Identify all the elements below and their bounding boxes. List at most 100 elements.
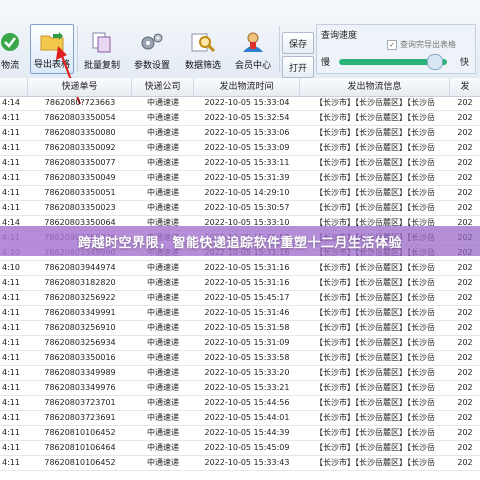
table-cell-tracking: 78620803349989 — [44, 368, 116, 377]
table-cell-c5: 202 — [457, 143, 473, 152]
table-cell-c0: 4:11 — [2, 428, 20, 437]
results-table: 快递单号 快递公司 发出物流时间 发出物流信息 发 4:14 7862080?72… — [0, 78, 480, 480]
column-header[interactable] — [0, 78, 28, 96]
table-cell-time: 2022-10-05 15:33:06 — [204, 128, 290, 137]
table-cell-time: 2022-10-05 15:32:54 — [204, 113, 290, 122]
table-cell-c0: 4:11 — [2, 293, 20, 302]
batch-copy-button[interactable]: 批量复制 — [80, 24, 124, 74]
table-cell-tracking: 7862080?723663 — [44, 98, 116, 107]
table-row[interactable]: 4:11 78620803350092 中通速递 2022-10-05 15:33:0… — [0, 141, 480, 156]
table-cell-company: 中通速递 — [147, 398, 179, 407]
table-cell-c0: 4:11 — [2, 203, 20, 212]
table-cell-info: 【长沙市】【长沙岳麓区】【长沙岳 — [315, 443, 435, 452]
export-table-button[interactable]: 导出表格 — [30, 24, 74, 74]
table-cell-tracking: 78620803256922 — [44, 293, 116, 302]
table-row[interactable]: 4:11 78620803350016 中通速递 2022-10-05 15:33:5… — [0, 351, 480, 366]
table-cell-c0: 4:11 — [2, 353, 20, 362]
column-header-time[interactable]: 发出物流时间 — [194, 78, 300, 96]
table-cell-tracking: 78620803350080 — [44, 128, 116, 137]
settings-button[interactable]: 参数设置 — [128, 24, 176, 74]
table-row[interactable]: 4:11 78620803350023 中通速递 2022-10-05 15:30:5… — [0, 201, 480, 216]
table-cell-time: 2022-10-05 15:33:11 — [204, 158, 290, 167]
table-cell-c0: 4:11 — [2, 398, 20, 407]
table-cell-company: 中通速递 — [147, 143, 179, 152]
table-row[interactable]: 4:11 78620803349989 中通速递 2022-10-05 15:33:2… — [0, 366, 480, 381]
query-speed-panel: 查询速度 ✓ 查询完导出表格 慢 快 — [316, 24, 476, 74]
table-cell-time: 2022-10-05 15:31:09 — [204, 338, 290, 347]
table-cell-c5: 202 — [457, 278, 473, 287]
table-cell-company: 中通速递 — [147, 98, 179, 107]
table-cell-c0: 4:11 — [2, 443, 20, 452]
table-cell-c0: 4:14 — [2, 98, 20, 107]
table-row[interactable]: 4:11 78620803256922 中通速递 2022-10-05 15:45:1… — [0, 291, 480, 306]
table-cell-tracking: 78620803723701 — [44, 398, 116, 407]
table-cell-company: 中通速递 — [147, 338, 179, 347]
column-header-tracking[interactable]: 快递单号 — [28, 78, 132, 96]
table-row[interactable]: 4:11 78620810106452 中通速递 2022-10-05 15:33:4… — [0, 456, 480, 471]
table-row[interactable]: 4:11 78620803182820 中通速递 2022-10-05 15:31:1… — [0, 276, 480, 291]
table-cell-c5: 202 — [457, 308, 473, 317]
data-filter-button[interactable]: 数据筛选 — [180, 24, 226, 74]
table-cell-info: 【长沙市】【长沙岳麓区】【长沙岳 — [315, 278, 435, 287]
table-cell-c0: 4:11 — [2, 413, 20, 422]
table-cell-tracking: 78620803944974 — [44, 263, 116, 272]
logistics-icon — [0, 30, 23, 54]
table-cell-info: 【长沙市】【长沙岳麓区】【长沙岳 — [315, 398, 435, 407]
table-cell-time: 2022-10-05 15:30:57 — [204, 203, 290, 212]
table-row[interactable]: 4:11 78620803349991 中通速递 2022-10-05 15:31:4… — [0, 306, 480, 321]
table-cell-info: 【长沙市】【长沙岳麓区】【长沙岳 — [315, 158, 435, 167]
table-cell-c0: 4:11 — [2, 143, 20, 152]
table-row[interactable]: 4:11 78620803723691 中通速递 2022-10-05 15:44:0… — [0, 411, 480, 426]
table-cell-tracking: 78620803723691 — [44, 413, 116, 422]
table-cell-tracking: 78620803256910 — [44, 323, 116, 332]
table-row[interactable]: 4:11 78620803349976 中通速递 2022-10-05 15:33:2… — [0, 381, 480, 396]
table-cell-c5: 202 — [457, 263, 473, 272]
table-cell-c0: 4:11 — [2, 383, 20, 392]
table-cell-tracking: 78620810106464 — [44, 443, 116, 452]
table-cell-c5: 202 — [457, 128, 473, 137]
table-cell-c5: 202 — [457, 443, 473, 452]
table-cell-c5: 202 — [457, 293, 473, 302]
column-header-company[interactable]: 快递公司 — [132, 78, 194, 96]
table-cell-tracking: 78620803182820 — [44, 278, 116, 287]
table-row[interactable]: 4:11 78620803350080 中通速递 2022-10-05 15:33:0… — [0, 126, 480, 141]
table-cell-company: 中通速递 — [147, 428, 179, 437]
table-row[interactable]: 4:11 78620803350054 中通速递 2022-10-05 15:32:5… — [0, 111, 480, 126]
table-row[interactable]: 4:14 7862080?723663 中通速递 2022-10-05 15:33:0… — [0, 96, 480, 111]
open-button[interactable]: 打开 — [282, 56, 314, 78]
table-row[interactable]: 4:11 78620810106452 中通速递 2022-10-05 15:44:3… — [0, 426, 480, 441]
table-cell-c5: 202 — [457, 428, 473, 437]
table-cell-tracking: 78620803350051 — [44, 188, 116, 197]
table-cell-company: 中通速递 — [147, 293, 179, 302]
table-row[interactable]: 4:11 78620803350077 中通速递 2022-10-05 15:33:1… — [0, 156, 480, 171]
table-cell-c0: 4:11 — [2, 158, 20, 167]
copy-icon — [89, 30, 115, 54]
table-row[interactable]: 4:10 78620803944974 中通速递 2022-10-05 15:31:1… — [0, 261, 480, 276]
auto-export-checkbox[interactable]: ✓ 查询完导出表格 — [387, 39, 456, 50]
table-cell-c0: 4:11 — [2, 323, 20, 332]
member-center-button[interactable]: 会员中心 — [230, 24, 276, 74]
column-header[interactable]: 发 — [450, 78, 480, 96]
table-cell-info: 【长沙市】【长沙岳麓区】【长沙岳 — [315, 203, 435, 212]
logistics-button[interactable]: 物流 — [0, 24, 26, 74]
table-cell-tracking: 78620803350054 — [44, 113, 116, 122]
table-cell-tracking: 78620803256934 — [44, 338, 116, 347]
speed-slider-thumb[interactable] — [427, 54, 444, 70]
table-cell-c5: 202 — [457, 413, 473, 422]
table-cell-info: 【长沙市】【长沙岳麓区】【长沙岳 — [315, 143, 435, 152]
table-cell-company: 中通速递 — [147, 203, 179, 212]
table-cell-info: 【长沙市】【长沙岳麓区】【长沙岳 — [315, 338, 435, 347]
table-row[interactable]: 4:11 78620803256934 中通速递 2022-10-05 15:31:0… — [0, 336, 480, 351]
save-button[interactable]: 保存 — [282, 32, 314, 54]
table-cell-company: 中通速递 — [147, 263, 179, 272]
table-cell-c0: 4:11 — [2, 308, 20, 317]
table-row[interactable]: 4:11 78620803723701 中通速递 2022-10-05 15:44:5… — [0, 396, 480, 411]
table-row[interactable]: 4:11 78620810106464 中通速递 2022-10-05 15:45:0… — [0, 441, 480, 456]
column-header-info[interactable]: 发出物流信息 — [300, 78, 450, 96]
open-label: 打开 — [288, 63, 307, 74]
table-row[interactable]: 4:11 78620803350049 中通速递 2022-10-05 15:31:3… — [0, 171, 480, 186]
table-row[interactable]: 4:11 78620803350051 中通速递 2022-10-05 14:29:1… — [0, 186, 480, 201]
table-row[interactable]: 4:11 78620803256910 中通速递 2022-10-05 15:31:5… — [0, 321, 480, 336]
table-cell-company: 中通速递 — [147, 383, 179, 392]
table-cell-c5: 202 — [457, 323, 473, 332]
